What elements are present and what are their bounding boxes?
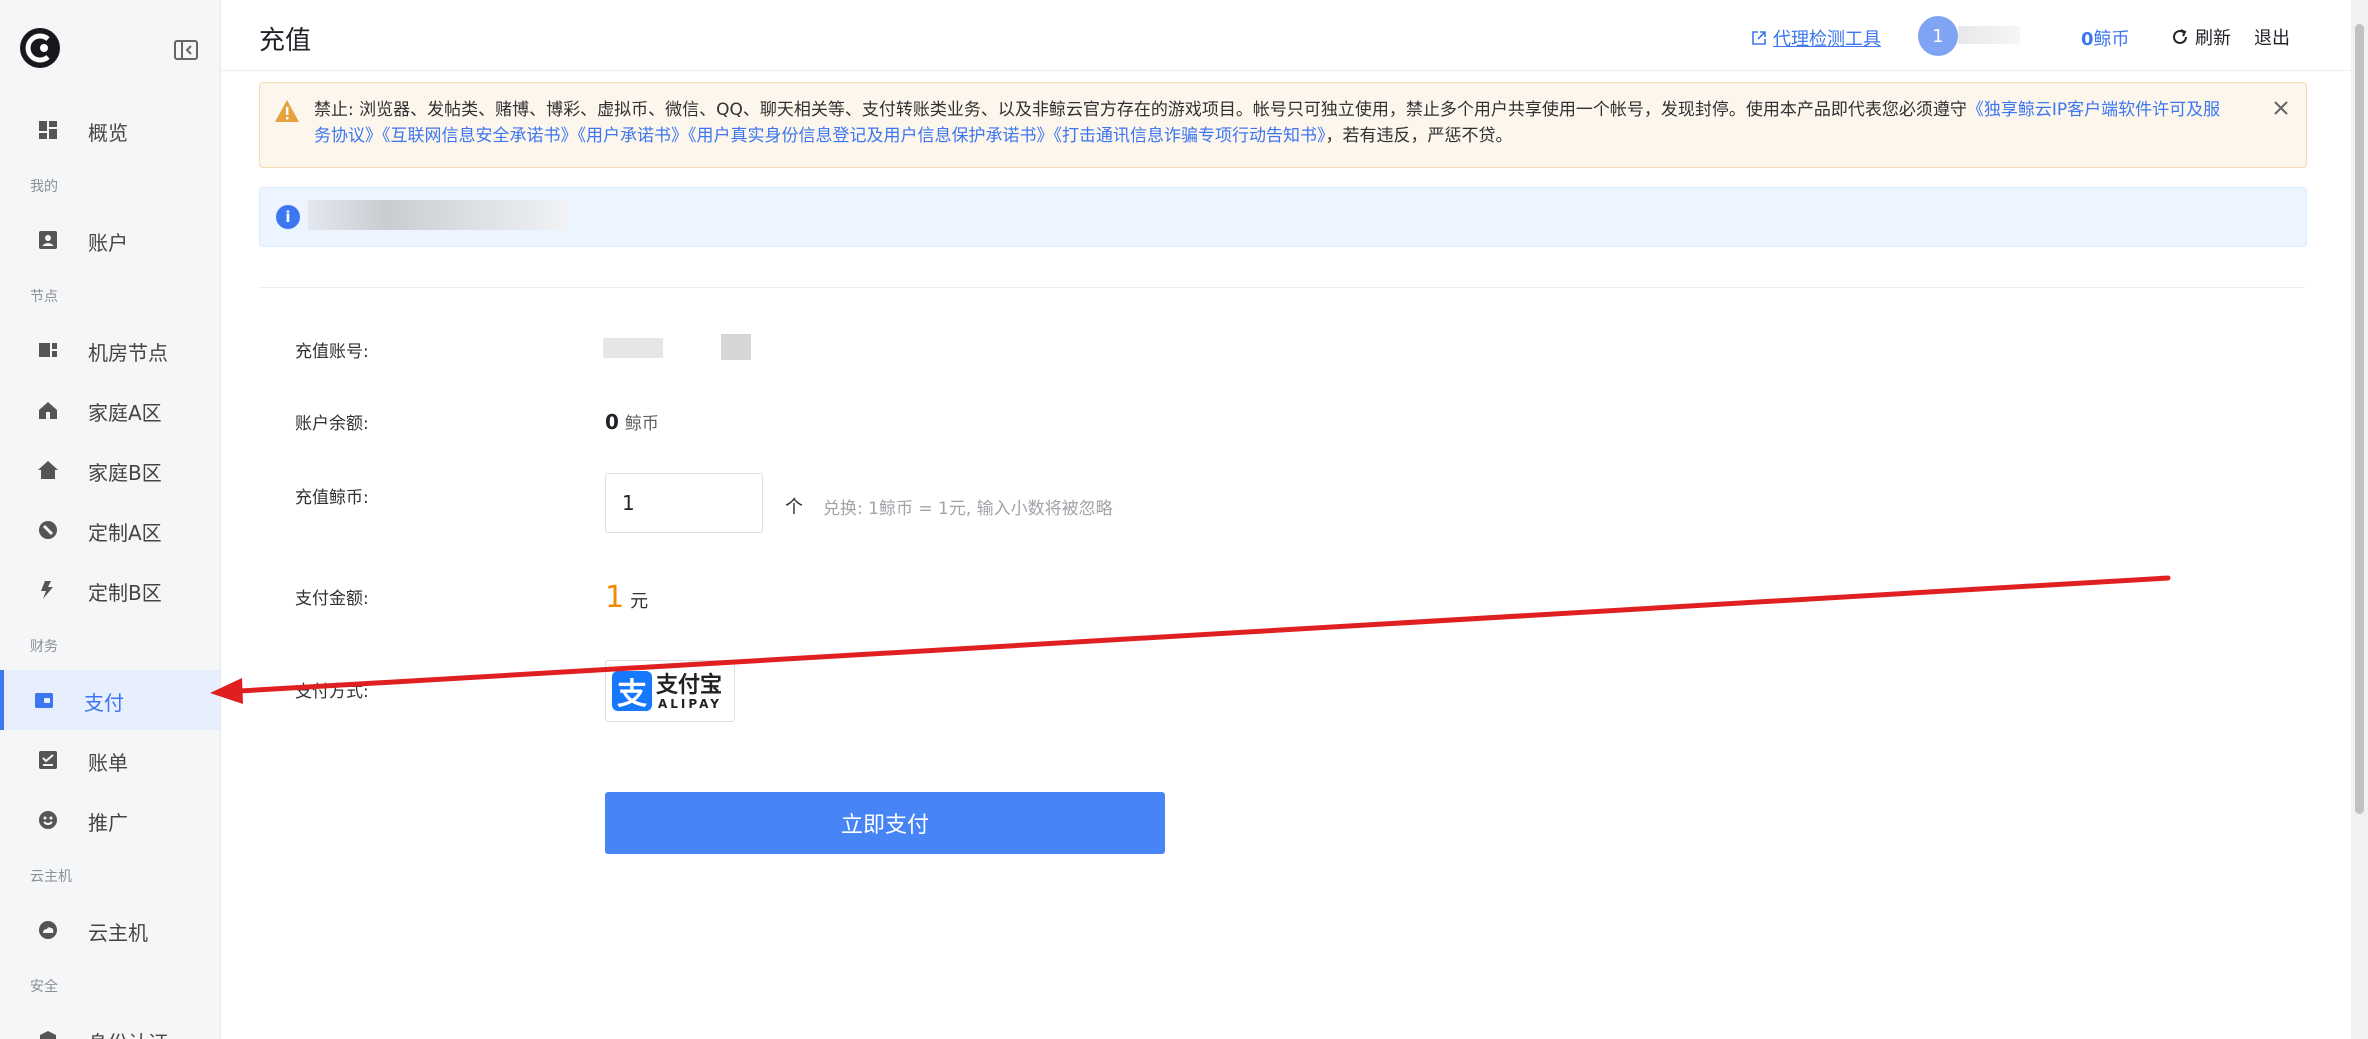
coins-unit: 个 — [785, 497, 803, 518]
balance-label: 账户余额: — [295, 414, 369, 434]
warning-icon — [275, 100, 299, 122]
sidebar-item-label: 家庭B区 — [88, 461, 162, 485]
section-label-mine: 我的 — [30, 179, 58, 195]
proxy-check-tool-link[interactable]: 代理检测工具 — [1751, 25, 1881, 51]
section-label-nodes: 节点 — [30, 289, 58, 305]
brand-logo-icon[interactable] — [18, 26, 62, 70]
real-name-pledge-link[interactable]: 《用户真实身份信息登记及用户信息保护承诺书》 — [688, 126, 1054, 146]
top-bar: 充值 代理检测工具 1 0鲸币 刷新 退出 — [221, 0, 2351, 71]
top-balance-value: 0 — [2081, 29, 2094, 50]
section-label-finance: 财务 — [30, 639, 58, 655]
section-label-cloud: 云主机 — [30, 869, 72, 885]
alipay-label-cn: 支付宝 — [656, 673, 723, 698]
sidebar-item-custom-b[interactable]: 定制B区 — [4, 560, 220, 620]
payment-method-label: 支付方式: — [295, 682, 369, 702]
coins-label: 充值鲸币: — [295, 488, 369, 508]
pay-now-button[interactable]: 立即支付 — [605, 792, 1165, 854]
account-value-redacted — [603, 338, 663, 358]
wallet-icon — [35, 693, 53, 708]
bill-icon — [39, 751, 57, 769]
custom-b-icon — [41, 581, 53, 599]
cloud-icon — [39, 921, 57, 939]
page-title: 充值 — [259, 26, 312, 56]
sidebar-item-promote[interactable]: 推广 — [4, 790, 220, 850]
sidebar-item-overview[interactable]: 概览 — [4, 100, 220, 160]
sidebar-item-label: 账户 — [88, 231, 128, 255]
dashboard-icon — [39, 121, 57, 139]
custom-a-icon — [39, 521, 57, 539]
pay-amount-label: 支付金额: — [295, 589, 369, 609]
sidebar-item-home-a[interactable]: 家庭A区 — [4, 380, 220, 440]
sidebar-item-bill[interactable]: 账单 — [4, 730, 220, 790]
sidebar-item-label: 定制B区 — [88, 581, 162, 605]
balance-unit: 鲸币 — [624, 414, 659, 434]
home-a-icon — [39, 402, 57, 419]
sidebar-item-label: 概览 — [88, 121, 128, 145]
sidebar-item-cloud-host[interactable]: 云主机 — [4, 900, 220, 960]
alipay-logo-icon: 支 — [612, 671, 652, 712]
top-balance-unit: 鲸币 — [2093, 29, 2130, 50]
sidebar-item-custom-a[interactable]: 定制A区 — [4, 500, 220, 560]
pay-amount: 1元 — [605, 580, 648, 615]
sidebar-item-identity[interactable]: 身份认证 — [4, 1010, 220, 1039]
server-node-icon — [39, 343, 57, 357]
main-content: 充值 代理检测工具 1 0鲸币 刷新 退出 禁止: 浏览器、发帖类、赌博、博彩、… — [221, 0, 2351, 1039]
refresh-button[interactable]: 刷新 — [2171, 24, 2231, 50]
sidebar-item-label: 云主机 — [88, 921, 148, 945]
warning-body: 禁止: 浏览器、发帖类、赌博、博彩、虚拟币、微信、QQ、聊天相关等、支付转账类业… — [314, 100, 1967, 120]
refresh-icon — [2173, 29, 2187, 44]
scrollbar[interactable] — [2351, 0, 2368, 1039]
warning-notice: 禁止: 浏览器、发帖类、赌博、博彩、虚拟币、微信、QQ、聊天相关等、支付转账类业… — [259, 82, 2307, 168]
sidebar-item-home-b[interactable]: 家庭B区 — [4, 440, 220, 500]
sidebar-item-label: 身份认证 — [88, 1027, 168, 1039]
user-pledge-link[interactable]: 《用户承诺书》 — [578, 126, 689, 146]
balance-value: 0 鲸币 — [605, 409, 659, 434]
sidebar: 概览 我的 账户 节点 机房节点 家庭A区 家庭B区 定制A区 定制B区 财务 … — [0, 0, 221, 1039]
sidebar-item-payment[interactable]: 支付 — [0, 670, 220, 730]
avatar[interactable]: 1 — [1918, 16, 1958, 56]
collapse-sidebar-icon[interactable] — [173, 38, 199, 62]
section-label-security: 安全 — [30, 979, 58, 995]
account-label: 充值账号: — [295, 342, 369, 362]
coins-input[interactable] — [605, 473, 763, 533]
sidebar-item-server-nodes[interactable]: 机房节点 — [4, 320, 220, 380]
info-notice: i — [259, 187, 2307, 247]
logo-row — [0, 0, 220, 100]
top-balance: 0鲸币 — [2081, 25, 2130, 51]
sidebar-item-label: 推广 — [88, 811, 128, 835]
exchange-hint: 兑换: 1鲸币 = 1元, 输入小数将被忽略 — [823, 499, 1113, 519]
account-value-redacted — [721, 334, 751, 360]
alipay-option[interactable]: 支 支付宝 ALIPAY — [605, 660, 735, 722]
close-icon[interactable] — [2272, 99, 2290, 117]
security-pledge-link[interactable]: 《互联网信息安全承诺书》 — [382, 126, 578, 146]
refresh-label: 刷新 — [2195, 28, 2231, 49]
external-link-icon — [1752, 31, 1766, 45]
sidebar-item-label: 定制A区 — [88, 521, 162, 545]
sidebar-item-label: 支付 — [84, 691, 124, 715]
info-icon: i — [276, 205, 300, 229]
warning-tail: ，若有违反，严惩不贷。 — [1325, 126, 1513, 146]
anti-fraud-notice-link[interactable]: 《打击通讯信息诈骗专项行动告知书》 — [1054, 126, 1326, 146]
logout-button[interactable]: 退出 — [2254, 24, 2290, 50]
proxy-check-tool-label: 代理检测工具 — [1773, 29, 1881, 50]
pay-amount-value: 1 — [605, 580, 625, 615]
sidebar-item-label: 机房节点 — [88, 341, 168, 365]
username-redacted — [1958, 26, 2020, 44]
promote-icon — [39, 811, 57, 829]
balance-number: 0 — [605, 410, 619, 434]
sidebar-item-account[interactable]: 账户 — [4, 210, 220, 270]
account-icon — [39, 231, 57, 249]
scrollbar-thumb[interactable] — [2355, 24, 2364, 814]
pay-amount-unit: 元 — [630, 591, 649, 612]
identity-icon — [40, 1031, 56, 1039]
sidebar-item-label: 家庭A区 — [88, 401, 162, 425]
sidebar-item-label: 账单 — [88, 751, 128, 775]
warning-text: 禁止: 浏览器、发帖类、赌博、博彩、虚拟币、微信、QQ、聊天相关等、支付转账类业… — [314, 97, 2234, 149]
alipay-label-en: ALIPAY — [658, 697, 722, 711]
info-text-redacted — [308, 200, 568, 230]
divider — [259, 287, 2305, 288]
home-b-icon — [38, 461, 58, 479]
